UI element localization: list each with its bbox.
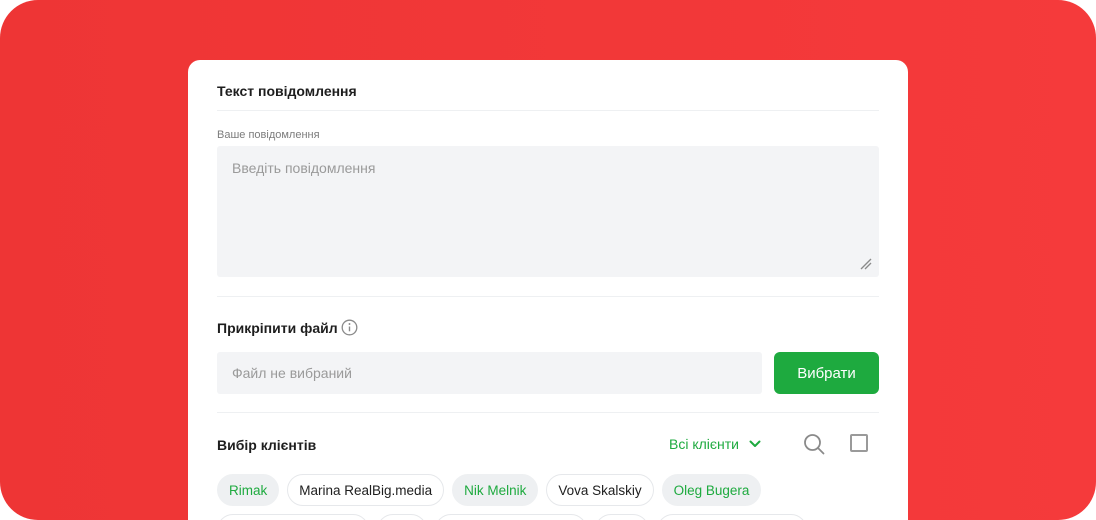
file-placeholder-text: Файл не вибраний [232,365,352,381]
divider [217,296,879,297]
search-icon[interactable] [802,432,826,456]
select-all-checkbox[interactable] [850,434,868,452]
chevron-down-icon [749,440,761,447]
client-chip[interactable]: Marina RealBig.media [287,474,445,506]
client-chip[interactable] [435,514,587,520]
resize-handle-icon[interactable] [859,257,873,271]
info-circle-icon[interactable] [341,319,358,336]
filter-label: Всі клієнти [669,436,740,452]
divider [217,412,879,413]
client-chip[interactable]: Vova Skalskiy [546,474,654,506]
choose-file-button[interactable]: Вибрати [774,352,879,394]
client-chip[interactable]: Nik Melnik [452,474,539,506]
client-chips-row-2 [217,514,807,520]
divider [217,110,879,111]
message-section-title: Текст повідомлення [217,83,357,99]
message-field-label: Ваше повідомлення [217,129,320,141]
message-textarea[interactable] [217,146,879,277]
client-chip[interactable]: Oleg Bugera [661,474,762,506]
clients-filter-dropdown[interactable]: Всі клієнти [669,434,761,454]
message-form-card: Текст повідомлення Ваше повідомлення При… [188,60,908,520]
client-chip[interactable] [217,514,369,520]
client-chip[interactable]: Rimak [217,474,280,506]
client-chip[interactable] [595,514,649,520]
background-frame: Текст повідомлення Ваше повідомлення При… [0,0,1096,520]
client-chip[interactable] [377,514,427,520]
client-chips: Rimak Marina RealBig.media Nik Melnik Vova … [217,474,762,506]
attach-section-title: Прикріпити файл [217,320,338,336]
file-name-field[interactable]: Файл не вибраний [217,352,762,394]
clients-section-title: Вибір клієнтів [217,437,317,453]
client-chip[interactable] [657,514,807,520]
